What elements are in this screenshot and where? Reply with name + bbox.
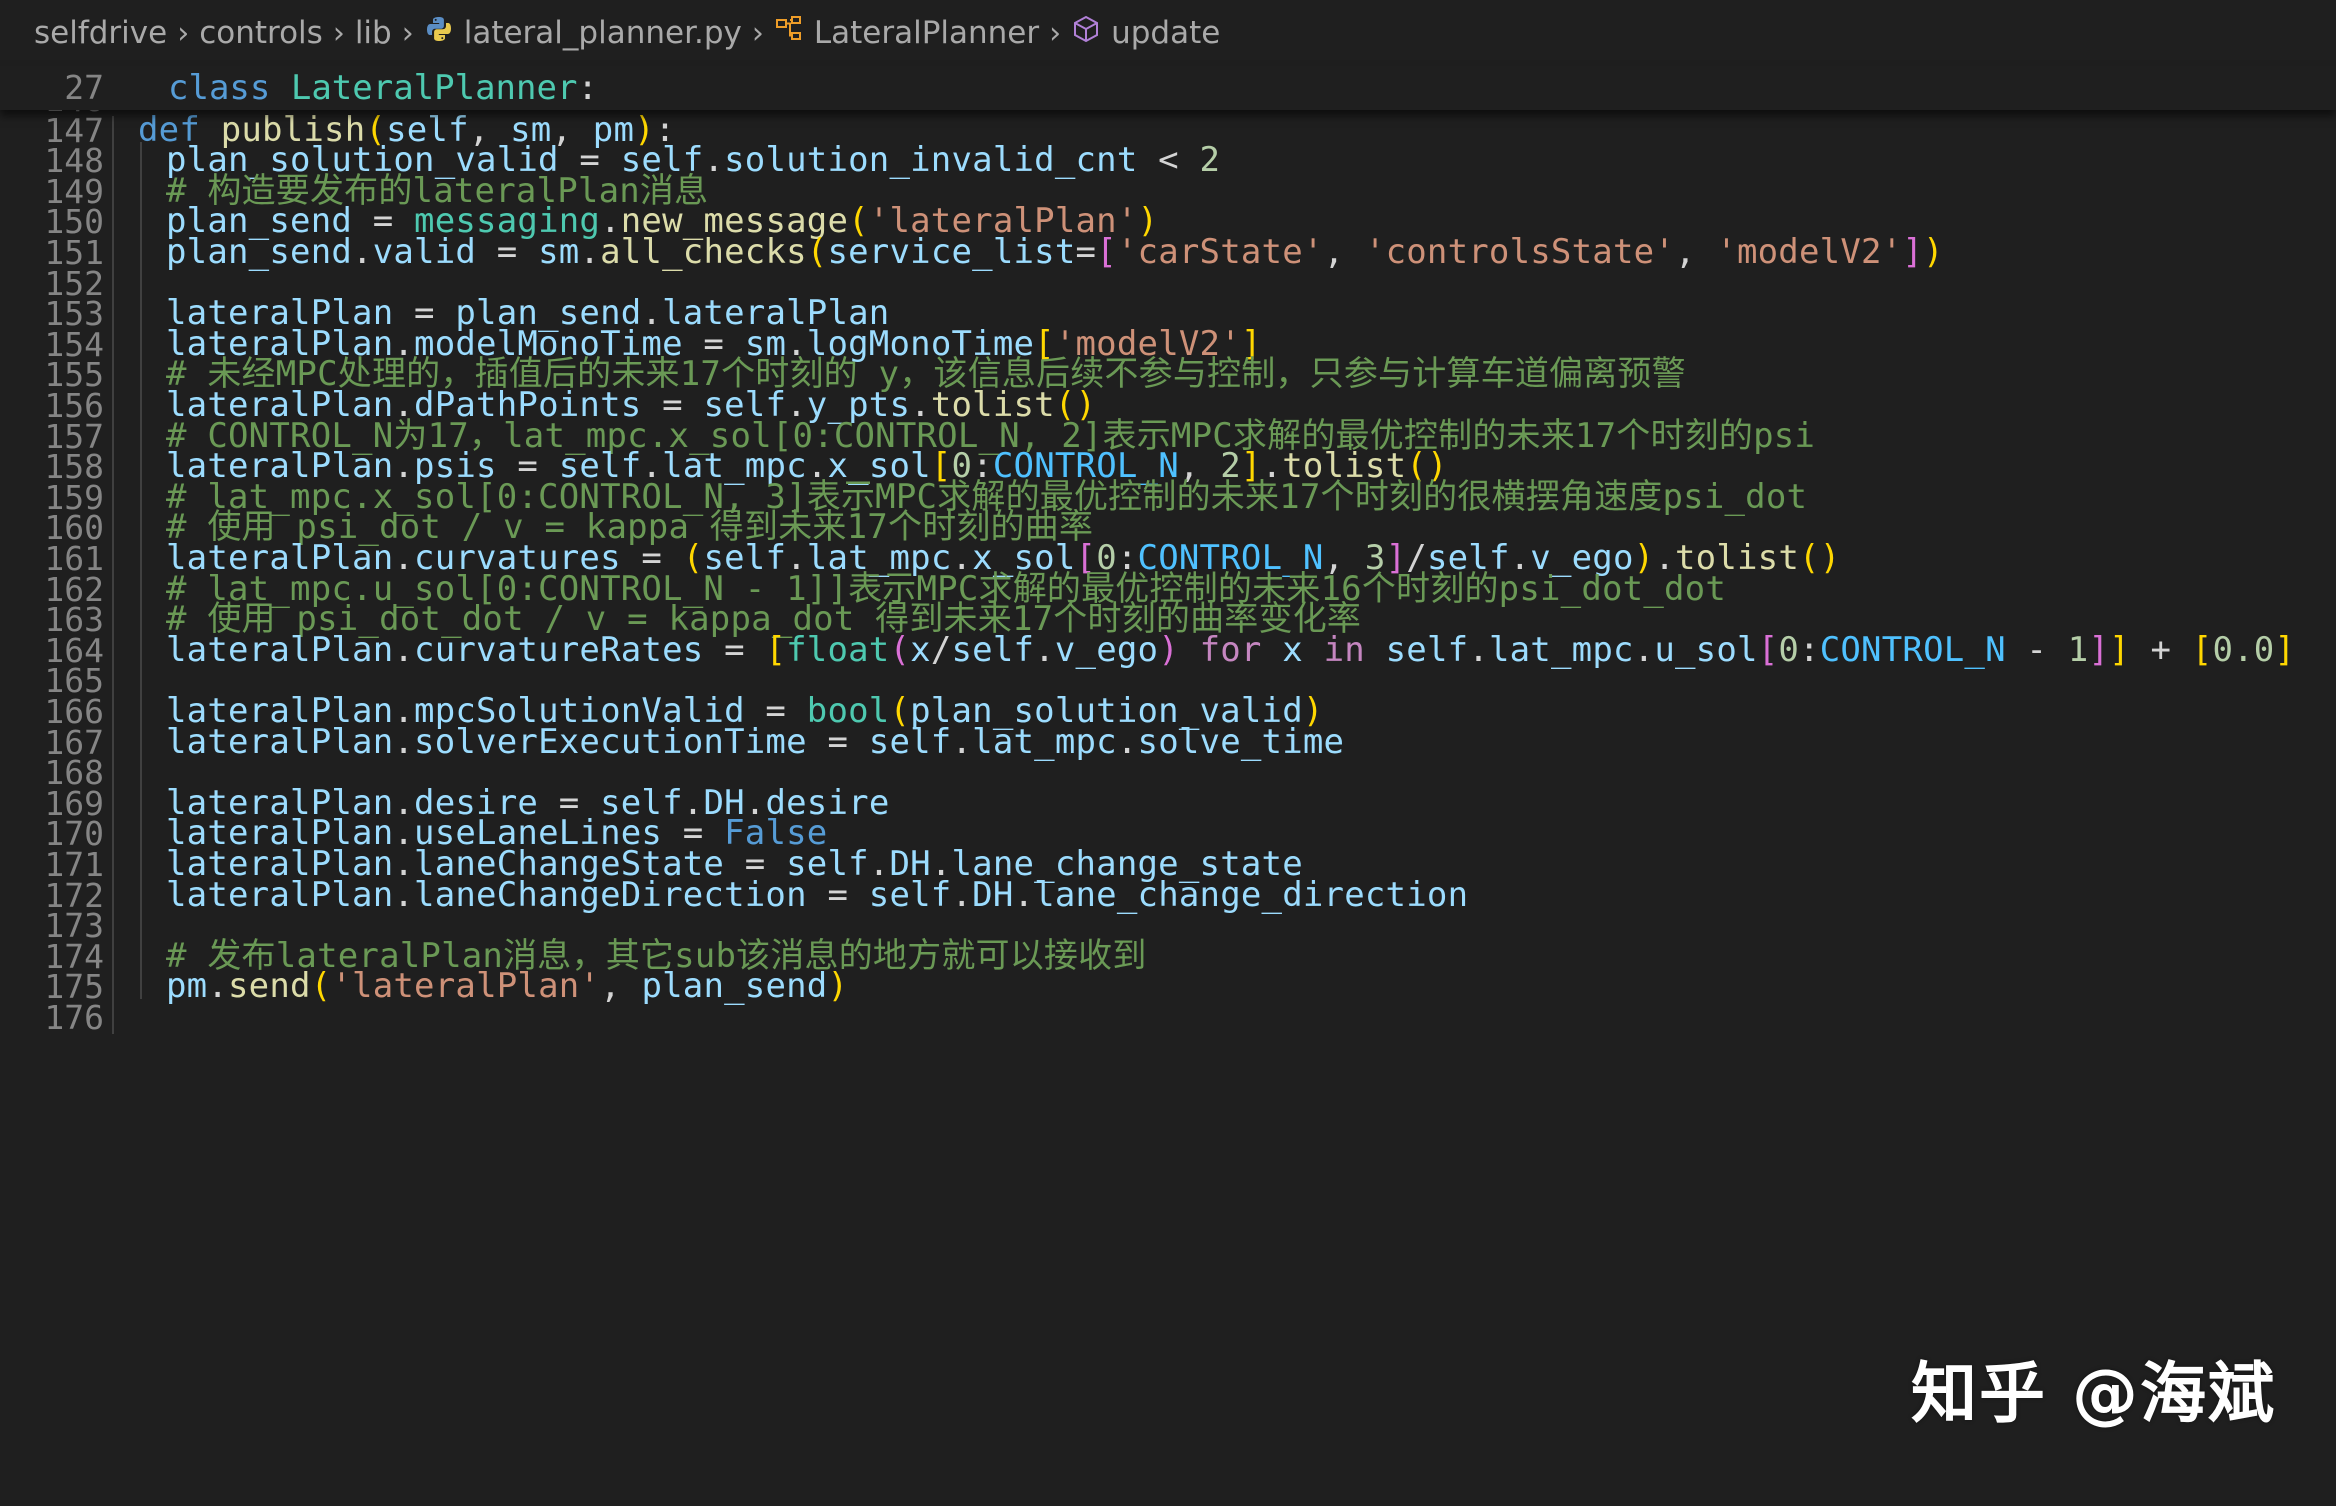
indent-guide (140, 142, 142, 999)
code-line[interactable]: 176 (0, 995, 2336, 1041)
line-number: 27 (64, 68, 104, 107)
breadcrumb-label: lateral_planner.py (463, 15, 742, 51)
sticky-scroll-line[interactable]: 27 class LateralPlanner: (0, 66, 2336, 110)
breadcrumb-item-controls[interactable]: controls (199, 15, 323, 51)
breadcrumb-item-method[interactable]: update (1071, 14, 1220, 52)
breadcrumb-item-class[interactable]: LateralPlanner (774, 14, 1039, 52)
breadcrumb-label: LateralPlanner (813, 15, 1040, 51)
code-token: class (168, 68, 271, 108)
code-token: LateralPlanner (290, 68, 578, 108)
method-symbol-icon (1071, 14, 1101, 52)
breadcrumb: selfdrive › controls › lib › lateral_pla… (0, 0, 2336, 66)
breadcrumb-label: lib (354, 15, 392, 51)
breadcrumb-item-file[interactable]: lateral_planner.py (424, 14, 742, 52)
breadcrumb-item-lib[interactable]: lib (355, 15, 392, 51)
class-symbol-icon (774, 14, 804, 52)
code-editor[interactable]: 146147def publish(self, sm, pm):148plan_… (0, 110, 2336, 1506)
sticky-code-text: class LateralPlanner: (168, 66, 598, 110)
chevron-right-icon: › (332, 15, 345, 51)
breadcrumb-label: selfdrive (34, 15, 168, 51)
chevron-right-icon: › (751, 15, 764, 51)
chevron-right-icon: › (1049, 15, 1062, 51)
breadcrumb-label: update (1111, 15, 1221, 51)
code-token: : (577, 68, 598, 108)
indent-guide (112, 115, 114, 1034)
breadcrumb-item-selfdrive[interactable]: selfdrive (34, 15, 167, 51)
breadcrumb-label: controls (199, 15, 323, 51)
python-file-icon (424, 14, 454, 52)
chevron-right-icon: › (177, 15, 190, 51)
line-number: 176 (44, 998, 104, 1037)
watermark: 知乎 @海斌 (1911, 1355, 2276, 1432)
chevron-right-icon: › (401, 15, 414, 51)
